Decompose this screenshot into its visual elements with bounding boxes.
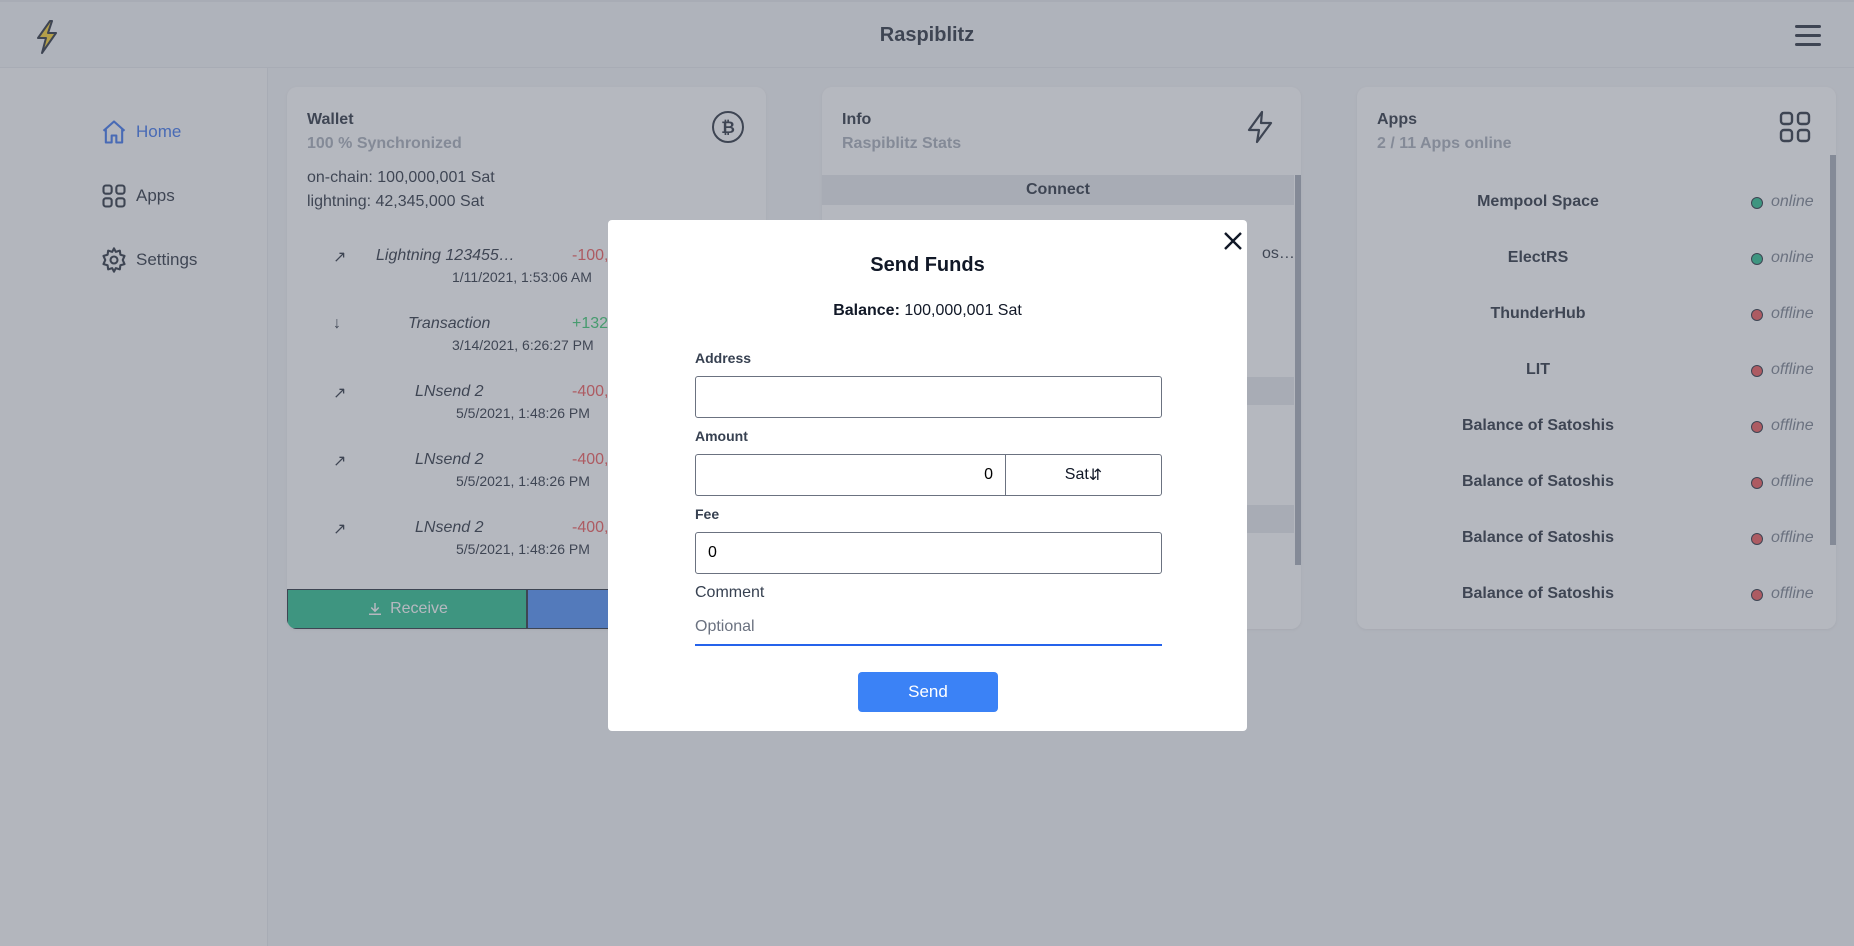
address-input[interactable] [695,376,1162,418]
balance-value: 100,000,001 Sat [904,302,1022,319]
amount-input[interactable] [695,454,1005,496]
close-icon[interactable] [1220,228,1246,254]
address-label: Address [695,350,752,366]
fee-input[interactable] [695,532,1162,574]
send-button[interactable]: Send [858,672,998,712]
unit-toggle-button[interactable]: Sat ⇵ [1005,454,1162,496]
comment-label: Comment [695,584,765,601]
amount-label: Amount [695,428,748,444]
send-funds-modal: Send Funds Balance: 100,000,001 Sat Addr… [608,220,1247,731]
modal-title: Send Funds [870,254,985,276]
swap-vertical-icon: ⇵ [1088,467,1103,484]
fee-label: Fee [695,506,720,522]
unit-label: Sat [1064,466,1089,483]
modal-balance: Balance: 100,000,001 Sat [608,302,1247,320]
balance-label: Balance: [833,302,900,319]
comment-input[interactable] [695,610,1162,646]
